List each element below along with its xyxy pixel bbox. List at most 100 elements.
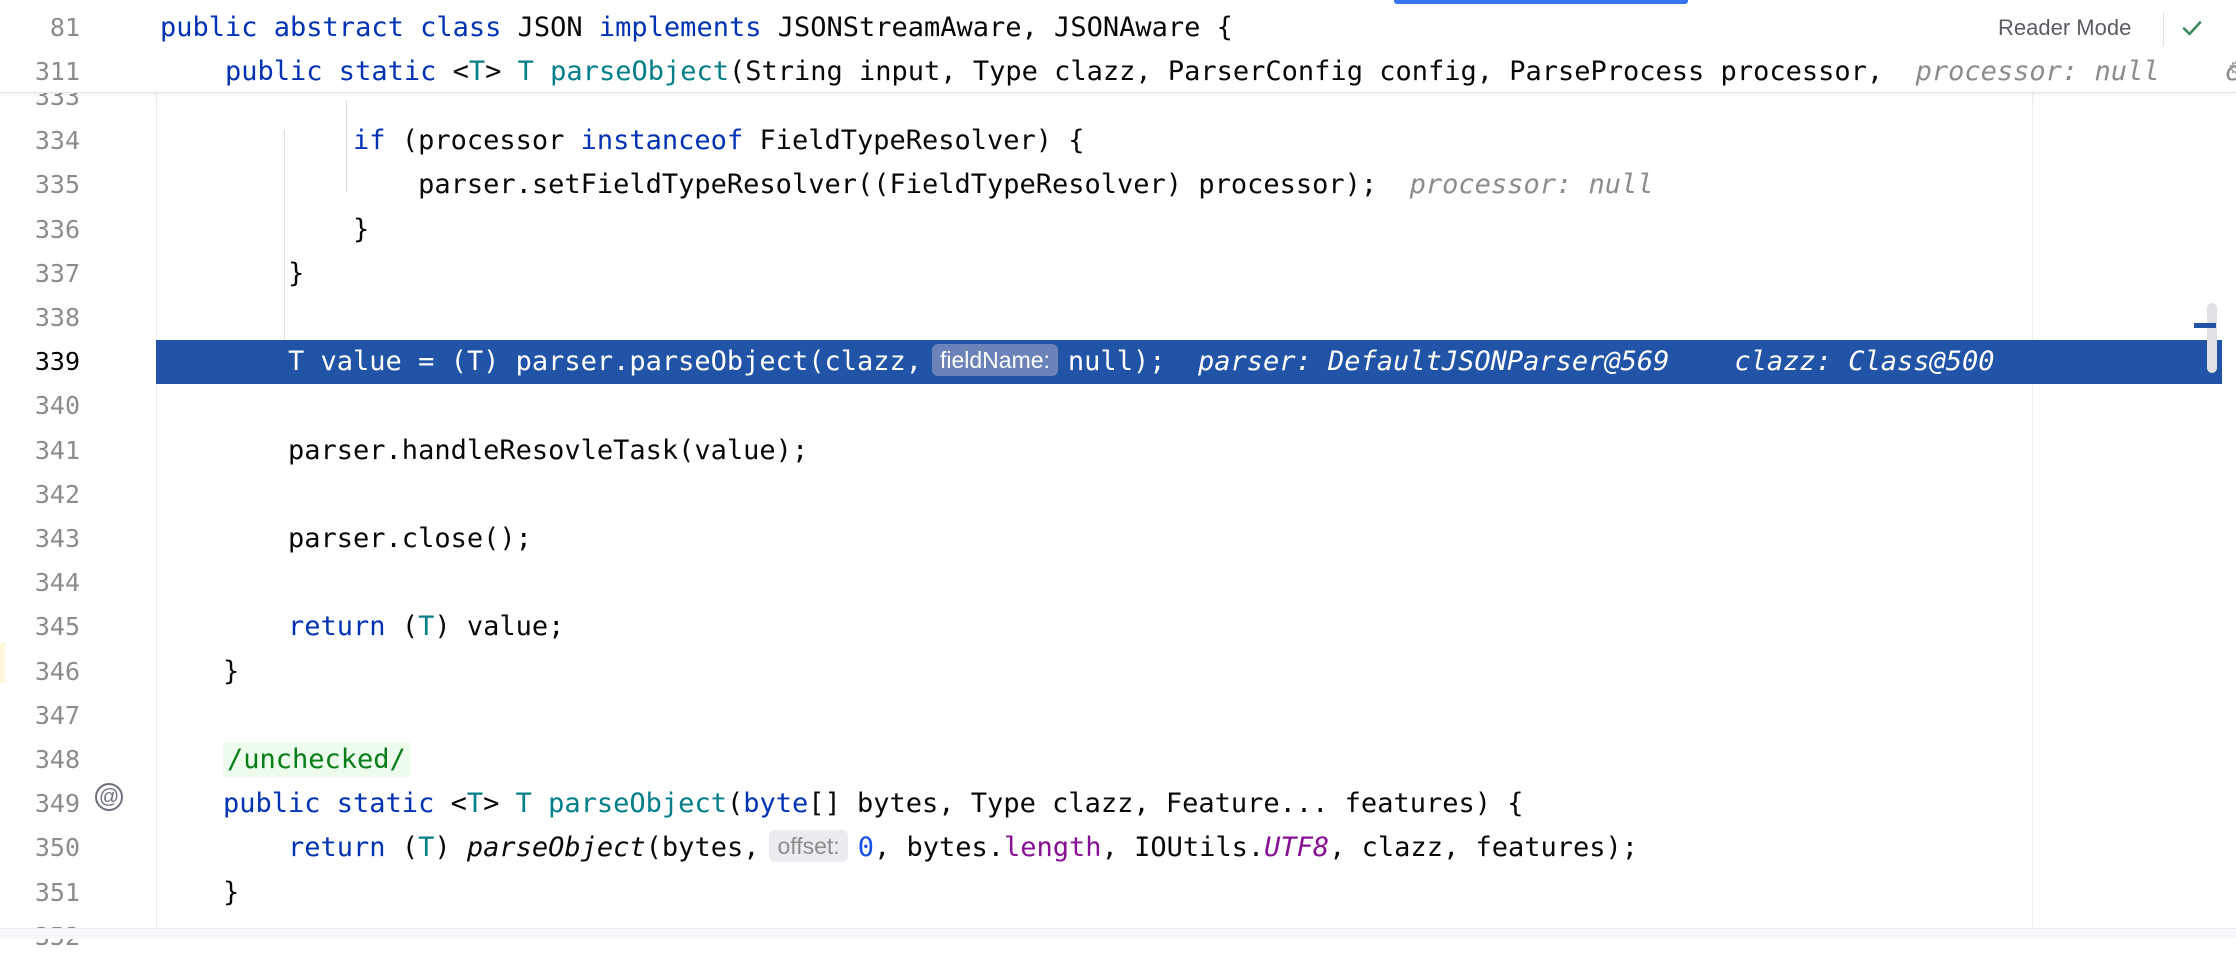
line-number[interactable]: 338 — [0, 296, 80, 340]
check-icon[interactable] — [2180, 16, 2204, 40]
code-token: null); — [1067, 346, 1166, 378]
line-number[interactable]: 351 — [0, 871, 80, 915]
code-token: parseObject — [466, 832, 646, 864]
line-number[interactable]: 334 — [0, 119, 80, 163]
line-number[interactable]: 340 — [0, 384, 80, 428]
code-token: T — [418, 832, 435, 864]
code-line[interactable]: 335 parser.setFieldTypeResolver((FieldTy… — [0, 163, 2222, 207]
parameter-name-hint: offset: — [769, 830, 848, 863]
line-code: parser.handleResovleTask(value); — [223, 429, 808, 473]
code-token: ) — [434, 832, 467, 864]
code-token: JSON — [517, 12, 599, 43]
debugger-inline-value: parser: DefaultJSONParser@569 clazz: Cla… — [1165, 346, 1995, 378]
line-number[interactable]: 339 — [0, 340, 80, 384]
line-number[interactable]: 343 — [0, 517, 80, 561]
code-line[interactable]: 342 — [0, 473, 2222, 517]
active-tab-indicator — [1394, 0, 1688, 4]
parameter-name-hint: fieldName: — [931, 344, 1058, 377]
code-token: , clazz, features); — [1329, 832, 1639, 864]
line-number[interactable]: 345 — [0, 605, 80, 649]
code-line[interactable]: 345 return (T) value; — [0, 605, 2222, 649]
code-token: , IOUtils. — [1101, 832, 1265, 864]
code-token: parser.close(); — [223, 523, 532, 554]
line-code: public static <T> T parseObject(String i… — [160, 50, 2236, 94]
code-editor[interactable]: 333 334 if (processor instanceof FieldTyp… — [0, 0, 2236, 951]
code-token: (bytes, — [645, 832, 760, 864]
code-line[interactable]: 344 — [0, 561, 2222, 605]
debugger-inline-value: processor: null — [1377, 169, 1654, 201]
code-token: } — [223, 876, 240, 908]
code-token: < — [450, 788, 467, 820]
code-token: } — [223, 655, 240, 687]
code-token: public static — [223, 788, 451, 820]
code-line[interactable]: 349 public static <T> T parseObject(byte[… — [0, 782, 2222, 826]
code-line[interactable]: 350 return (T) parseObject(bytes, offset:… — [0, 826, 2222, 870]
settings-edge-icon[interactable]: ⚙ — [2228, 58, 2236, 79]
code-token: instanceof — [580, 125, 760, 157]
code-line[interactable]: 337 } — [0, 252, 2222, 296]
line-code: public abstract class JSON implements JS… — [160, 6, 1233, 50]
line-number[interactable]: 341 — [0, 429, 80, 473]
code-line[interactable]: 311 public static <T> T parseObject(Stri… — [0, 50, 2236, 94]
code-token: implements — [598, 12, 778, 43]
scrollbar-current-line-marker — [2194, 323, 2216, 328]
line-number[interactable]: 350 — [0, 826, 80, 870]
line-number[interactable]: 349 — [0, 782, 80, 826]
code-line[interactable]: 81 public abstract class JSON implements … — [0, 6, 2222, 50]
line-number[interactable]: 337 — [0, 252, 80, 296]
sticky-header[interactable]: 81 public abstract class JSON implements … — [0, 0, 2236, 93]
code-line-current[interactable]: 339 T value = (T) parser.parseObject(cla… — [0, 340, 2222, 385]
override-icon[interactable]: @ — [95, 783, 123, 811]
code-line[interactable]: 336 } — [0, 208, 2222, 252]
code-token: parser.setFieldTypeResolver((FieldTypeRe… — [223, 169, 1378, 201]
editor-bottom-edge — [0, 928, 2236, 939]
code-line[interactable]: 340 — [0, 384, 2222, 428]
code-token: byte — [743, 788, 809, 820]
line-code: } — [223, 252, 304, 296]
line-number[interactable]: 346 — [0, 650, 80, 694]
code-token: T value = (T) parser.parseObject(clazz, — [223, 346, 922, 378]
code-line[interactable]: 346} — [0, 650, 2222, 694]
code-token: length — [1004, 832, 1102, 864]
indent-guide — [284, 130, 285, 340]
code-token: public static — [160, 56, 453, 87]
code-line[interactable]: 351} — [0, 871, 2222, 915]
line-number[interactable]: 335 — [0, 163, 80, 207]
code-token: UTF8 — [1264, 832, 1330, 864]
code-line[interactable]: 348/unchecked/ — [0, 738, 2222, 782]
debugger-inline-value: clazz — [2159, 56, 2236, 87]
reader-mode-button[interactable]: Reader Mode — [1998, 15, 2131, 41]
line-number[interactable]: 348 — [0, 738, 80, 782]
scrollbar-thumb[interactable] — [2207, 303, 2217, 373]
code-line[interactable]: 343 parser.close(); — [0, 517, 2222, 561]
code-token: parseObject — [548, 788, 727, 820]
code-token: < — [452, 56, 469, 87]
code-token: JSONStreamAware, JSONAware { — [777, 12, 1233, 43]
code-token: parseObject — [550, 56, 729, 87]
line-number[interactable]: 311 — [0, 50, 80, 94]
line-number[interactable]: 342 — [0, 473, 80, 517]
line-number[interactable]: 336 — [0, 208, 80, 252]
code-token: T — [468, 56, 486, 87]
line-code: } — [223, 650, 239, 694]
code-token: 0 — [857, 832, 874, 864]
line-number[interactable]: 81 — [0, 6, 80, 50]
code-line[interactable]: 341 parser.handleResovleTask(value); — [0, 429, 2222, 473]
code-line[interactable]: 347 — [0, 694, 2222, 738]
code-token: if — [223, 125, 402, 157]
debugger-inline-value: processor: null — [1883, 56, 2160, 87]
code-token: [] bytes, Type clazz, Feature... feature… — [808, 788, 1524, 820]
code-line[interactable]: 338 — [0, 296, 2222, 340]
line-code: /unchecked/ — [223, 738, 410, 782]
line-code: } — [223, 208, 369, 252]
line-number[interactable]: 347 — [0, 694, 80, 738]
line-code: } — [223, 871, 239, 915]
line-code: T value = (T) parser.parseObject(clazz, f… — [223, 340, 1995, 384]
line-number[interactable]: 344 — [0, 561, 80, 605]
code-token: return — [223, 832, 402, 864]
code-token: return — [223, 611, 402, 643]
code-line[interactable]: 334 if (processor instanceof FieldTypeRe… — [0, 119, 2222, 163]
code-token: T — [515, 788, 549, 820]
code-token: , bytes. — [873, 832, 1005, 864]
suppress-annotation: /unchecked/ — [223, 742, 410, 777]
